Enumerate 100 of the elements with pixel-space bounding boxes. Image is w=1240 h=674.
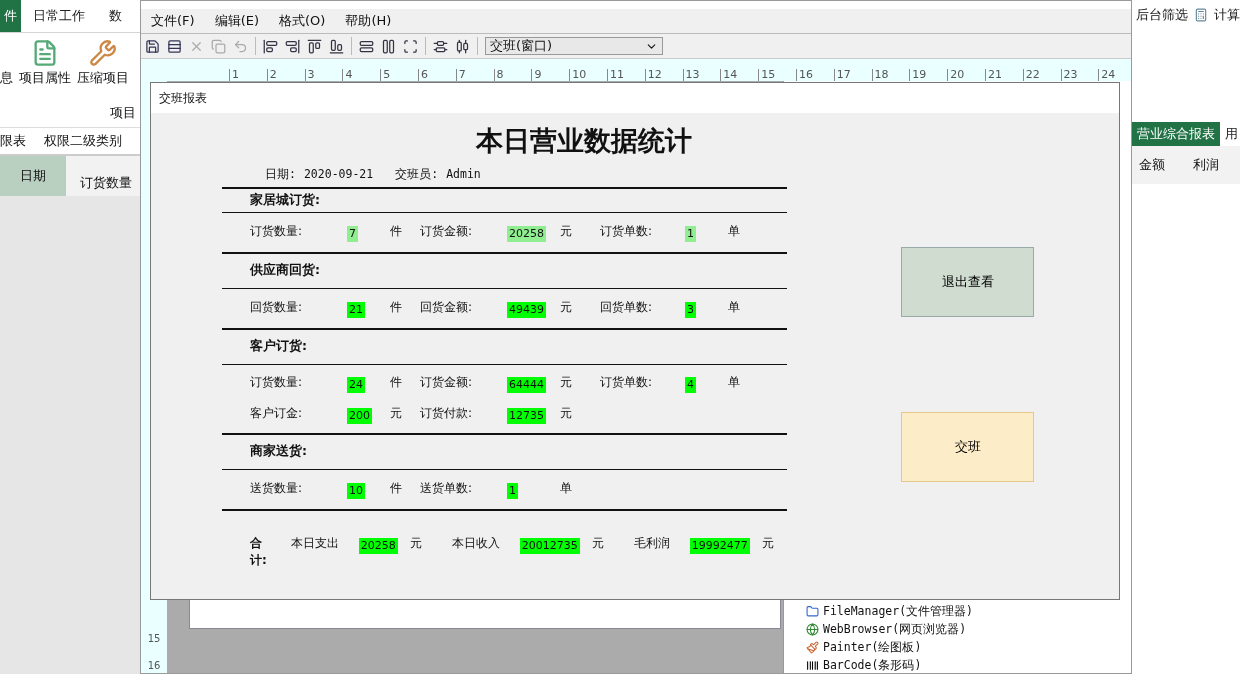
unit-label: 单 — [728, 374, 741, 391]
field-label: 本日支出 — [290, 534, 339, 552]
ribbon-button[interactable]: 息 — [0, 39, 13, 87]
object-select[interactable]: 交班(窗口) — [485, 37, 663, 55]
align-left-icon[interactable] — [263, 38, 278, 54]
field-value: 200 — [347, 408, 372, 424]
field-label: 订货单数: — [600, 223, 654, 240]
unit-label: 件 — [390, 480, 403, 497]
field-label: 回货金额: — [420, 299, 474, 316]
paintbrush-icon — [806, 640, 819, 654]
section-title: 商家送货: — [249, 442, 308, 460]
component-item[interactable]: BarCode(条形码) — [806, 657, 1131, 673]
field-value: 10 — [347, 483, 365, 499]
field-value: 1 — [685, 226, 696, 242]
field-value: 12735 — [507, 408, 546, 424]
exit-button[interactable]: 退出查看 — [901, 247, 1034, 317]
unit-label: 件 — [390, 374, 403, 391]
unit-label: 单 — [728, 299, 741, 316]
field-value: 1 — [507, 483, 518, 499]
menu-item[interactable]: 帮助(H) — [345, 12, 392, 30]
align-top-icon[interactable] — [307, 38, 322, 54]
unit-label: 元 — [409, 534, 422, 552]
field-label: 订货数量: — [250, 374, 304, 391]
unit-label: 单 — [560, 480, 573, 497]
align-right-icon[interactable] — [285, 38, 300, 54]
stretch-horizontal-icon[interactable] — [359, 38, 374, 54]
handover-button[interactable]: 交班 — [901, 412, 1034, 482]
field-value: 20258 — [507, 226, 546, 242]
field-value: 20012735 — [519, 537, 580, 554]
calculator-icon — [1194, 8, 1208, 22]
ruler-number: 16 — [147, 660, 161, 671]
field-label: 毛利润 — [633, 534, 670, 552]
date-value: 2020-09-21 — [303, 167, 374, 181]
column-header: 日期 — [0, 156, 66, 196]
component-item[interactable]: WebBrowser(网页浏览器) — [806, 621, 1131, 637]
field-value: 21 — [347, 302, 365, 318]
unit-label: 件 — [390, 223, 403, 240]
unit-label: 元 — [560, 374, 573, 391]
barcode-icon — [806, 658, 819, 672]
menu-item[interactable]: 格式(O) — [279, 12, 326, 30]
date-label: 日期: — [265, 166, 296, 182]
field-label: 送货单数: — [420, 480, 474, 497]
field-value: 24 — [347, 377, 365, 393]
field-label: 客户订金: — [250, 405, 304, 422]
field-label: 订货金额: — [420, 374, 474, 391]
field-value: 4 — [685, 377, 696, 393]
section-title: 家居城订货: — [249, 190, 321, 209]
ruler-number: 15 — [147, 633, 161, 644]
stretch-vertical-icon[interactable] — [381, 38, 396, 54]
save-icon[interactable] — [145, 38, 160, 54]
ribbon-button[interactable]: 压缩项目 — [77, 39, 129, 87]
menu-item[interactable]: 文件(F) — [151, 12, 195, 30]
filter-label[interactable]: 后台筛选 — [1136, 6, 1188, 24]
sheet-tab[interactable]: 权限二级类别 — [44, 132, 122, 150]
section-title: 供应商回货: — [249, 261, 321, 279]
field-value: 49439 — [507, 302, 546, 318]
report-tab[interactable]: 营业综合报表 — [1132, 122, 1220, 146]
field-value: 3 — [685, 302, 696, 318]
distribute-horizontal-icon[interactable] — [455, 38, 470, 54]
unit-label: 元 — [591, 534, 604, 552]
field-label: 本日收入 — [451, 534, 500, 552]
component-item[interactable]: Painter(绘图板) — [806, 639, 1131, 655]
operator-label: 交班员: — [395, 166, 439, 182]
frame-icon[interactable] — [403, 38, 418, 54]
unit-label: 元 — [761, 534, 774, 552]
list-icon[interactable] — [167, 38, 182, 54]
unit-label: 元 — [560, 223, 573, 240]
field-value: 64444 — [507, 377, 546, 393]
total-label: 合计: — [250, 534, 267, 569]
sheet-tab[interactable]: 限表 — [0, 132, 26, 150]
unit-label: 单 — [728, 223, 741, 240]
unit-label: 元 — [560, 405, 573, 422]
field-label: 订货数量: — [250, 223, 304, 240]
column-header: 金额 — [1138, 156, 1166, 174]
ribbon-button[interactable]: 项目属性 — [19, 39, 71, 87]
component-item[interactable]: FileManager(文件管理器) — [806, 603, 1131, 619]
menu-item[interactable]: 编辑(E) — [214, 12, 259, 30]
field-value: 20258 — [358, 537, 398, 554]
unit-label: 元 — [560, 299, 573, 316]
ribbon-tab[interactable]: 数 — [97, 0, 134, 32]
field-label: 订货金额: — [420, 223, 474, 240]
wrench-icon — [88, 39, 118, 67]
group-label: 项目 — [110, 104, 136, 122]
align-bottom-icon[interactable] — [329, 38, 344, 54]
field-value: 19992477 — [689, 537, 750, 554]
folder-icon — [806, 604, 819, 618]
ribbon-tab[interactable]: 日常工作 — [21, 0, 97, 32]
globe-icon — [806, 622, 819, 636]
unit-label: 元 — [390, 405, 403, 422]
field-label: 回货数量: — [250, 299, 304, 316]
unit-label: 件 — [390, 299, 403, 316]
calculator-label[interactable]: 计算 — [1214, 6, 1240, 24]
field-label: 订货单数: — [600, 374, 654, 391]
window-title: 交班报表 — [151, 83, 1119, 113]
field-label: 送货数量: — [250, 480, 304, 497]
section-title: 客户订货: — [249, 337, 308, 355]
field-label: 订货付款: — [420, 405, 474, 422]
ribbon-tab[interactable]: 件 — [0, 0, 21, 32]
distribute-vertical-icon[interactable] — [433, 38, 448, 54]
field-value: 7 — [347, 226, 358, 242]
